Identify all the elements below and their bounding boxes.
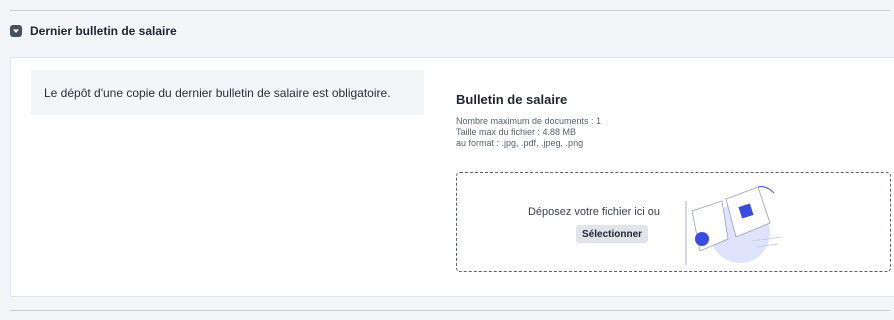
allowed-formats: au format : .jpg, .pdf, .jpeg, .png xyxy=(456,138,584,148)
top-divider xyxy=(10,10,890,11)
bottom-divider xyxy=(10,310,890,311)
notice-text: Le dépôt d'une copie du dernier bulletin… xyxy=(44,85,391,100)
upload-constraints: Nombre maximum de documents : 1 Taille m… xyxy=(456,116,601,149)
caret-down-icon[interactable] xyxy=(10,25,22,37)
upload-title: Bulletin de salaire xyxy=(456,92,568,107)
section-header[interactable]: Dernier bulletin de salaire xyxy=(10,18,177,44)
section-title: Dernier bulletin de salaire xyxy=(30,24,177,38)
max-file-size: Taille max du fichier : 4.88 MB xyxy=(456,127,577,137)
drop-instructions: Déposez votre fichier ici ou xyxy=(527,206,660,218)
max-documents: Nombre maximum de documents : 1 xyxy=(456,116,602,126)
file-upload-illustration xyxy=(685,186,783,265)
mandatory-notice: Le dépôt d'une copie du dernier bulletin… xyxy=(31,70,424,115)
select-file-button[interactable]: Sélectionner xyxy=(576,225,649,243)
section-card: Le dépôt d'une copie du dernier bulletin… xyxy=(10,57,894,297)
file-dropzone[interactable]: Déposez votre fichier ici ou Sélectionne… xyxy=(456,172,891,272)
